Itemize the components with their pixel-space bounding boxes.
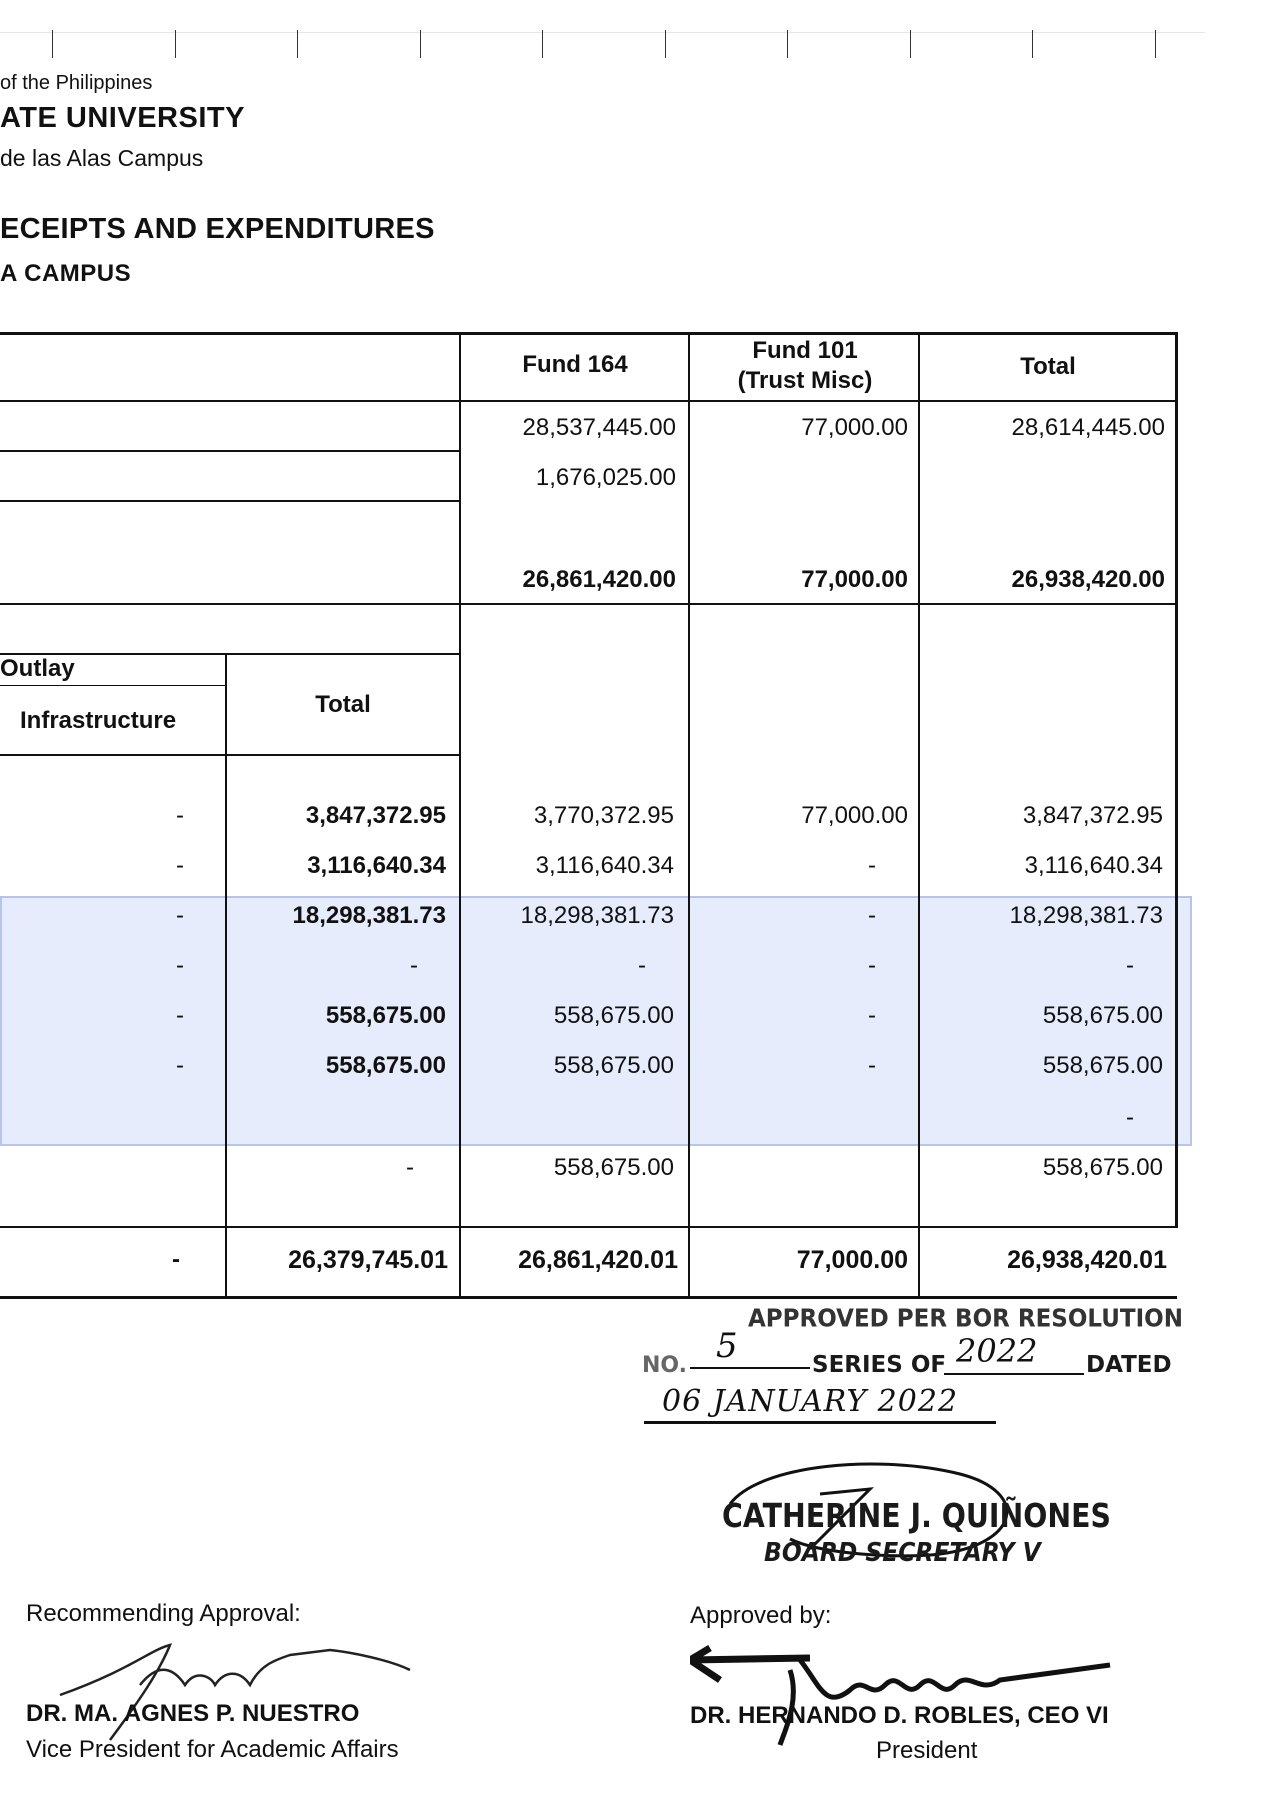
column-tick <box>297 30 298 58</box>
receipt-total: 28,614,445.00 <box>1011 414 1165 441</box>
university-name: ATE UNIVERSITY <box>0 102 245 134</box>
column-tick <box>910 30 911 58</box>
grand-fund164: 26,861,420.01 <box>518 1246 678 1274</box>
country-line: of the Philippines <box>0 72 153 94</box>
exp-fund164: 558,675.00 <box>553 1002 674 1029</box>
exp-total: - <box>1126 1104 1134 1131</box>
header-subtotal: Total <box>315 691 371 718</box>
exp-infra: - <box>176 902 184 929</box>
column-tick <box>665 30 666 58</box>
exp-fund164: - <box>638 952 646 979</box>
exp-subtotal: 3,116,640.34 <box>307 852 446 879</box>
exp-subtotal: 558,675.00 <box>325 1052 446 1079</box>
stamp-date-value: 06 JANUARY 2022 <box>662 1384 959 1419</box>
header-infrastructure: Infrastructure <box>20 707 177 734</box>
receipt-fund101: 77,000.00 <box>801 566 908 593</box>
exp-infra: - <box>176 952 184 979</box>
exp-total: 558,675.00 <box>1042 1052 1163 1079</box>
exp-subtotal: 558,675.00 <box>325 1002 446 1029</box>
exp-fund101: - <box>868 952 876 979</box>
exp-infra: - <box>176 852 184 879</box>
grand-total: 26,938,420.01 <box>1007 1246 1167 1274</box>
exp-fund164: 18,298,381.73 <box>520 902 674 929</box>
report-subtitle: A CAMPUS <box>0 260 132 287</box>
exp-fund101: - <box>868 902 876 929</box>
exp-infra: - <box>176 802 184 829</box>
approved-name: DR. HERNANDO D. ROBLES, CEO VI <box>690 1702 1109 1729</box>
approved-signature <box>690 1644 1111 1746</box>
column-tick <box>420 30 421 58</box>
header-fund101: Fund 101 (Trust Misc) <box>737 337 873 394</box>
column-tick <box>1155 30 1156 58</box>
stamp-dated-label: DATED <box>1086 1352 1172 1378</box>
exp-subtotal: - <box>410 952 418 979</box>
grand-infra: - <box>172 1246 180 1273</box>
top-rule <box>0 32 1205 33</box>
exp-total: 18,298,381.73 <box>1009 902 1163 929</box>
grand-subtotal: 26,379,745.01 <box>288 1246 448 1274</box>
exp-fund164: 3,770,372.95 <box>533 802 674 829</box>
header-total: Total <box>1020 353 1076 380</box>
receipt-fund101: 77,000.00 <box>801 414 908 441</box>
receipt-total: 26,938,420.00 <box>1011 566 1165 593</box>
stamp-no-label: NO. <box>642 1353 687 1378</box>
report-title: ECEIPTS AND EXPENDITURES <box>0 213 435 245</box>
stamp-approved-line: APPROVED PER BOR RESOLUTION <box>748 1304 1183 1334</box>
exp-fund164: 558,675.00 <box>553 1052 674 1079</box>
column-tick <box>52 30 53 58</box>
approved-title: President <box>876 1737 978 1764</box>
receipt-fund164: 1,676,025.00 <box>535 464 676 491</box>
exp-infra: - <box>176 1052 184 1079</box>
stamp-series-label: SERIES OF <box>812 1352 947 1378</box>
column-tick <box>787 30 788 58</box>
column-tick <box>542 30 543 58</box>
header-fund164: Fund 164 <box>522 351 628 378</box>
exp-subtotal: 18,298,381.73 <box>292 902 446 929</box>
header-outlay: Outlay <box>0 655 75 682</box>
recommending-name: DR. MA. AGNES P. NUESTRO <box>26 1700 360 1727</box>
approved-label: Approved by: <box>690 1602 832 1629</box>
column-tick <box>1032 30 1033 58</box>
stamp-series-value: 2022 <box>956 1332 1038 1370</box>
exp-total: - <box>1126 952 1134 979</box>
recommending-label: Recommending Approval: <box>26 1600 301 1627</box>
exp-subtotal: 3,847,372.95 <box>305 802 446 829</box>
recommending-title: Vice President for Academic Affairs <box>26 1736 399 1763</box>
exp-fund101: - <box>868 852 876 879</box>
exp-infra: - <box>176 1002 184 1029</box>
exp-total: 558,675.00 <box>1042 1002 1163 1029</box>
stamp-no-value: 5 <box>716 1326 738 1366</box>
exp-total: 3,116,640.34 <box>1024 852 1163 879</box>
receipt-fund164: 28,537,445.00 <box>522 414 676 441</box>
exp-total: 558,675.00 <box>1042 1154 1163 1181</box>
receipt-fund164: 26,861,420.00 <box>522 566 676 593</box>
secretary-title: BOARD SECRETARY V <box>764 1538 1041 1568</box>
exp-fund164: 558,675.00 <box>553 1154 674 1181</box>
exp-subtotal: - <box>406 1154 414 1181</box>
exp-fund164: 3,116,640.34 <box>535 852 674 879</box>
exp-fund101: 77,000.00 <box>801 802 908 829</box>
exp-fund101: - <box>868 1002 876 1029</box>
campus-name: de las Alas Campus <box>0 145 204 171</box>
exp-fund101: - <box>868 1052 876 1079</box>
grand-fund101: 77,000.00 <box>796 1246 908 1274</box>
recommending-signature <box>59 1643 411 1741</box>
column-tick <box>175 30 176 58</box>
secretary-name: CATHERINE J. QUIÑONES <box>722 1496 1111 1535</box>
exp-total: 3,847,372.95 <box>1022 802 1163 829</box>
